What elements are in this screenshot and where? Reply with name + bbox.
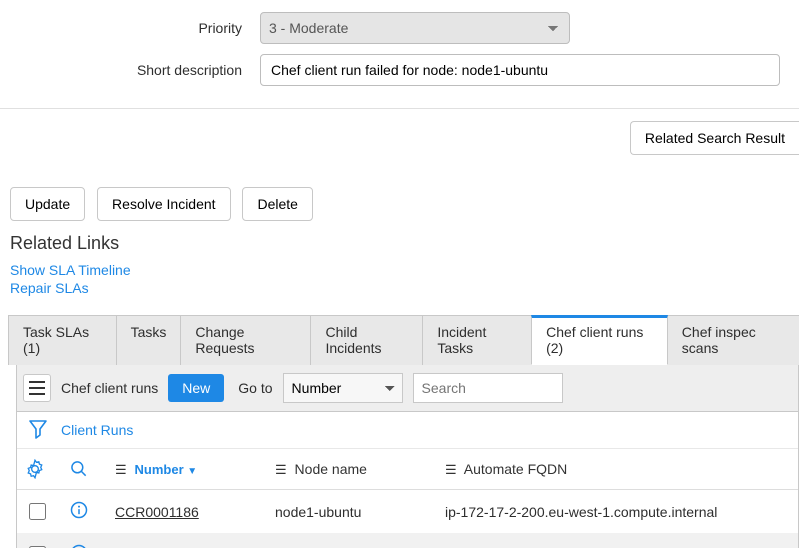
info-icon[interactable] [69, 500, 89, 520]
list-title: Chef client runs [61, 380, 158, 396]
cell-node-name: node1-ubuntu [267, 490, 437, 534]
new-button[interactable]: New [168, 374, 224, 402]
filter-icon[interactable] [29, 420, 49, 440]
record-number-link[interactable]: CCR0001186 [115, 504, 199, 520]
tab-incident-tasks[interactable]: Incident Tasks [422, 315, 532, 365]
gear-icon[interactable] [25, 459, 53, 479]
info-icon[interactable] [69, 543, 89, 548]
related-search-results-button[interactable]: Related Search Result [630, 121, 799, 155]
column-header-number[interactable]: ☰ Number ▼ [107, 449, 267, 490]
goto-label: Go to [238, 380, 272, 396]
tab-child-incidents[interactable]: Child Incidents [310, 315, 423, 365]
search-icon[interactable] [69, 459, 99, 479]
list-menu-icon[interactable] [23, 374, 51, 402]
update-button[interactable]: Update [10, 187, 85, 221]
column-header-automate-fqdn[interactable]: ☰ Automate FQDN [437, 449, 798, 490]
search-input[interactable] [413, 373, 563, 403]
tab-tasks[interactable]: Tasks [116, 315, 182, 365]
column-menu-icon: ☰ [275, 462, 287, 477]
tab-chef-inspec-scans[interactable]: Chef inspec scans [667, 315, 799, 365]
goto-select[interactable]: Number [283, 373, 403, 403]
cell-automate-fqdn: ip-172-17-2-200.eu-west-1.compute.intern… [437, 533, 798, 548]
tab-chef-client-runs[interactable]: Chef client runs (2) [531, 315, 668, 365]
priority-label: Priority [0, 20, 260, 36]
short-description-label: Short description [0, 62, 260, 78]
repair-slas-link[interactable]: Repair SLAs [10, 280, 789, 296]
table-row: CCR0001185 node1-ubuntu ip-172-17-2-200.… [17, 533, 798, 548]
cell-automate-fqdn: ip-172-17-2-200.eu-west-1.compute.intern… [437, 490, 798, 534]
column-menu-icon: ☰ [445, 462, 457, 477]
column-header-node-name[interactable]: ☰ Node name [267, 449, 437, 490]
cell-node-name: node1-ubuntu [267, 533, 437, 548]
delete-button[interactable]: Delete [242, 187, 312, 221]
show-sla-timeline-link[interactable]: Show SLA Timeline [10, 262, 789, 278]
related-links-heading: Related Links [10, 233, 789, 254]
filter-breadcrumb[interactable]: Client Runs [61, 422, 133, 438]
table-row: CCR0001186 node1-ubuntu ip-172-17-2-200.… [17, 490, 798, 534]
priority-select[interactable]: 3 - Moderate [260, 12, 570, 44]
resolve-incident-button[interactable]: Resolve Incident [97, 187, 231, 221]
short-description-input[interactable] [260, 54, 780, 86]
column-menu-icon: ☰ [115, 462, 127, 477]
tab-task-slas[interactable]: Task SLAs (1) [8, 315, 117, 365]
row-checkbox[interactable] [29, 503, 46, 520]
tab-change-requests[interactable]: Change Requests [180, 315, 311, 365]
